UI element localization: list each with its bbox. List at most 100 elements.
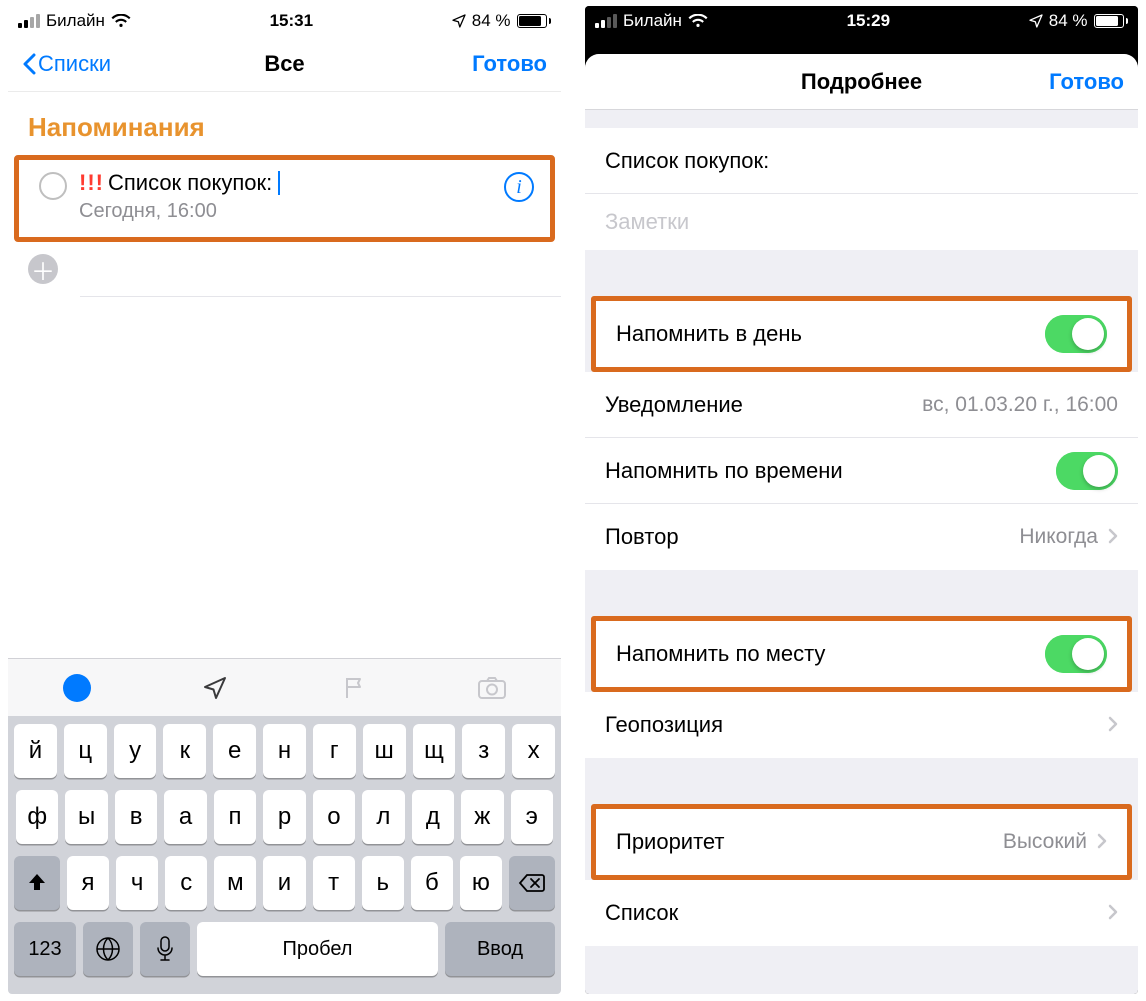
plus-icon[interactable]: ＋	[28, 254, 58, 284]
key-л[interactable]: л	[362, 790, 404, 844]
location-row[interactable]: Геопозиция	[585, 692, 1138, 758]
key-н[interactable]: н	[263, 724, 306, 778]
list-label: Список	[605, 900, 678, 926]
key-ш[interactable]: ш	[363, 724, 406, 778]
key-э[interactable]: э	[511, 790, 553, 844]
key-б[interactable]: б	[411, 856, 453, 910]
remind-at-location-switch[interactable]	[1045, 635, 1107, 673]
globe-icon	[95, 936, 121, 962]
chevron-right-icon	[1097, 829, 1107, 855]
phone-right: Билайн 15:29 84 % Подробнее Готово Списо…	[585, 6, 1138, 994]
keyboard-row-1: йцукенгшщзх	[14, 724, 555, 778]
separator	[80, 296, 561, 297]
key-у[interactable]: у	[114, 724, 157, 778]
repeat-value: Никогда	[1019, 525, 1098, 549]
chevron-right-icon	[1108, 524, 1118, 550]
key-к[interactable]: к	[163, 724, 206, 778]
remind-on-day-row[interactable]: Напомнить в день	[596, 301, 1127, 367]
phone-left: Билайн 15:31 84 % Списки Все Готово Напо…	[8, 6, 561, 994]
shift-key[interactable]	[14, 856, 60, 910]
key-п[interactable]: п	[214, 790, 256, 844]
key-х[interactable]: х	[512, 724, 555, 778]
toolbar-time-button[interactable]	[57, 668, 97, 708]
key-ы[interactable]: ы	[65, 790, 107, 844]
keyboard-row-4: 123 Пробел Ввод	[14, 922, 555, 976]
priority-label: Приоритет	[616, 829, 725, 855]
key-м[interactable]: м	[214, 856, 256, 910]
reminder-title-field[interactable]: Список покупок:	[585, 128, 1138, 194]
key-д[interactable]: д	[412, 790, 454, 844]
remind-at-time-switch[interactable]	[1056, 452, 1118, 490]
location-label: Геопозиция	[605, 712, 723, 738]
space-key[interactable]: Пробел	[197, 922, 438, 976]
keyboard-row-3: ячсмитьбю	[14, 856, 555, 910]
toolbar-location-button[interactable]	[195, 668, 235, 708]
key-ь[interactable]: ь	[362, 856, 404, 910]
sheet-nav-bar: Подробнее Готово	[585, 54, 1138, 110]
toolbar-camera-button[interactable]	[472, 668, 512, 708]
group-location: Геопозиция	[585, 692, 1138, 758]
numbers-key[interactable]: 123	[14, 922, 76, 976]
keyboard-toolbar	[8, 658, 561, 716]
alert-row[interactable]: Уведомление вс, 01.03.20 г., 16:00	[585, 372, 1138, 438]
remind-at-time-row[interactable]: Напомнить по времени	[585, 438, 1138, 504]
key-и[interactable]: и	[263, 856, 305, 910]
priority-value: Высокий	[1003, 830, 1087, 854]
priority-bangs: !!!	[79, 170, 104, 196]
remind-at-location-row[interactable]: Напомнить по месту	[596, 621, 1127, 687]
key-я[interactable]: я	[67, 856, 109, 910]
done-button[interactable]: Готово	[472, 51, 547, 77]
text-cursor	[278, 171, 280, 195]
signal-icon	[18, 14, 40, 28]
key-т[interactable]: т	[313, 856, 355, 910]
signal-icon	[595, 14, 617, 28]
dictation-key[interactable]	[140, 922, 190, 976]
back-button[interactable]: Списки	[22, 51, 111, 77]
reminder-title-text: Список покупок:	[605, 148, 769, 174]
key-й[interactable]: й	[14, 724, 57, 778]
status-time: 15:29	[708, 11, 1029, 31]
globe-key[interactable]	[83, 922, 133, 976]
notes-input[interactable]	[605, 209, 1118, 235]
done-button[interactable]: Готово	[1049, 69, 1124, 95]
key-ч[interactable]: ч	[116, 856, 158, 910]
key-р[interactable]: р	[263, 790, 305, 844]
key-ц[interactable]: ц	[64, 724, 107, 778]
key-е[interactable]: е	[213, 724, 256, 778]
key-щ[interactable]: щ	[413, 724, 456, 778]
key-ж[interactable]: ж	[461, 790, 503, 844]
info-button[interactable]: i	[504, 172, 534, 202]
toolbar-flag-button[interactable]	[334, 668, 374, 708]
nav-bar: Списки Все Готово	[8, 36, 561, 92]
location-arrow-icon	[201, 674, 229, 702]
repeat-label: Повтор	[605, 524, 679, 550]
key-в[interactable]: в	[115, 790, 157, 844]
battery-icon	[517, 14, 552, 28]
flag-icon	[340, 674, 368, 702]
key-а[interactable]: а	[164, 790, 206, 844]
status-time: 15:31	[131, 11, 452, 31]
key-с[interactable]: с	[165, 856, 207, 910]
list-row[interactable]: Список	[585, 880, 1138, 946]
key-ф[interactable]: ф	[16, 790, 58, 844]
priority-row[interactable]: Приоритет Высокий	[596, 809, 1127, 875]
key-з[interactable]: з	[462, 724, 505, 778]
repeat-row[interactable]: Повтор Никогда	[585, 504, 1138, 570]
add-reminder-row[interactable]: ＋	[8, 242, 561, 296]
notes-field[interactable]	[585, 194, 1138, 250]
remind-on-day-switch[interactable]	[1045, 315, 1107, 353]
key-о[interactable]: о	[313, 790, 355, 844]
battery-percent: 84 %	[1049, 11, 1088, 31]
reminder-row[interactable]: !!! Список покупок: Сегодня, 16:00 i	[19, 160, 550, 237]
highlight-reminder-row: !!! Список покупок: Сегодня, 16:00 i	[14, 155, 555, 242]
battery-icon	[1094, 14, 1129, 28]
key-г[interactable]: г	[313, 724, 356, 778]
remind-at-time-label: Напомнить по времени	[605, 458, 843, 484]
reminder-title[interactable]: Список покупок:	[108, 170, 272, 196]
chevron-right-icon	[1108, 900, 1118, 926]
complete-radio[interactable]	[39, 172, 67, 200]
key-ю[interactable]: ю	[460, 856, 502, 910]
return-key[interactable]: Ввод	[445, 922, 555, 976]
keyboard[interactable]: йцукенгшщзх фывапролджэ ячсмитьбю 123 Пр…	[8, 716, 561, 994]
backspace-key[interactable]	[509, 856, 555, 910]
